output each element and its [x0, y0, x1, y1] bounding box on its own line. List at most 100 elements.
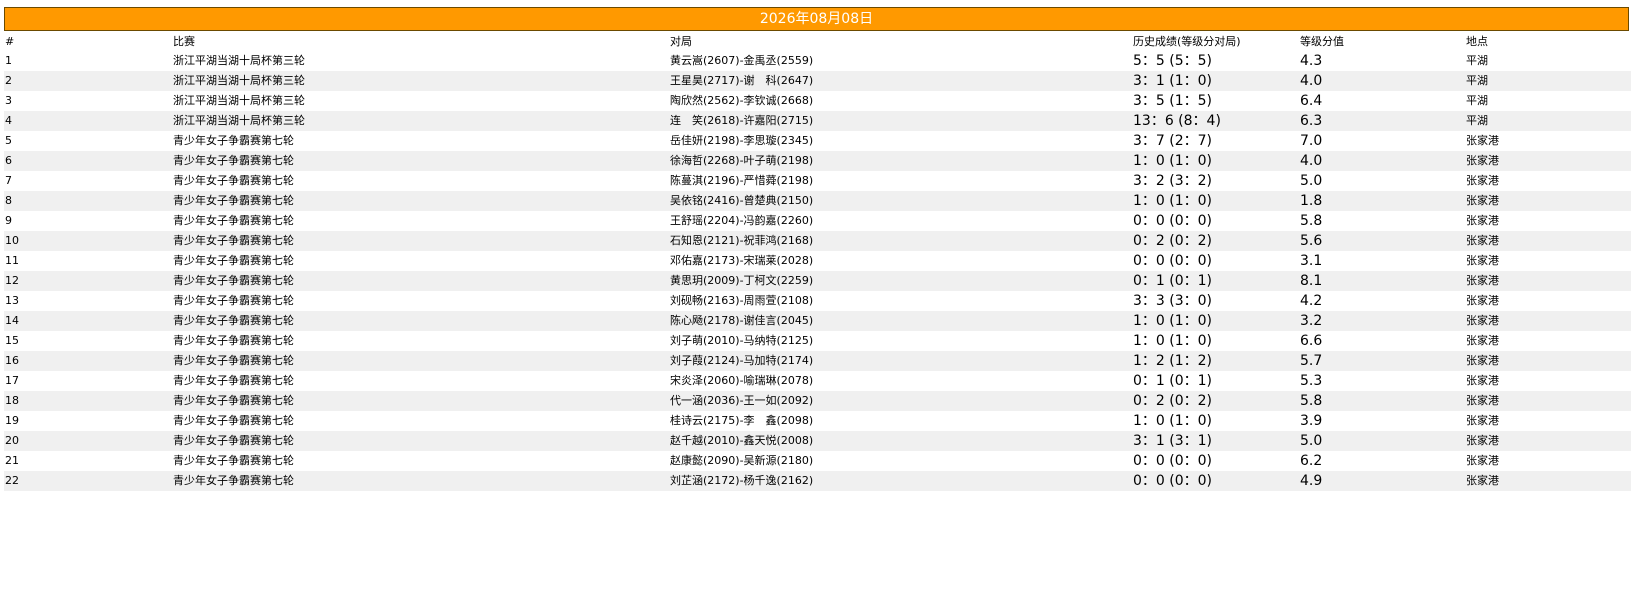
cell-location: 张家港 [1466, 134, 1499, 147]
cell-number: 10 [5, 234, 19, 247]
table-row: 10 青少年女子争霸赛第七轮 石知恩(2121)-祝菲鸿(2168) 0：2 (0：2… [4, 231, 1631, 251]
table-row: 11 青少年女子争霸赛第七轮 邓佑嘉(2173)-宋瑞莱(2028) 0：0 (0：0… [4, 251, 1631, 271]
cell-event: 浙江平湖当湖十局杯第三轮 [173, 114, 305, 127]
cell-number: 2 [5, 74, 12, 87]
cell-history-score: 0：2 (0：2) [1133, 393, 1213, 409]
cell-match: 邓佑嘉(2173)-宋瑞莱(2028) [670, 254, 814, 267]
cell-match: 代一涵(2036)-王一如(2092) [670, 394, 814, 407]
cell-rating-value: 4.3 [1300, 53, 1323, 69]
date-title: 2026年08月08日 [759, 11, 874, 27]
cell-event: 青少年女子争霸赛第七轮 [173, 194, 294, 207]
cell-event: 青少年女子争霸赛第七轮 [173, 334, 294, 347]
column-header-match: 对局 [670, 35, 692, 48]
cell-event: 青少年女子争霸赛第七轮 [173, 174, 294, 187]
cell-history-score: 3：3 (3：0) [1133, 293, 1213, 309]
cell-history-score: 0：1 (0：1) [1133, 273, 1213, 289]
cell-history-score: 1：0 (1：0) [1133, 333, 1213, 349]
table-row: 21 青少年女子争霸赛第七轮 赵康懿(2090)-吴新源(2180) 0：0 (0：0… [4, 451, 1631, 471]
cell-rating-value: 6.6 [1300, 333, 1323, 349]
cell-match: 宋炎泽(2060)-喻瑞琳(2078) [670, 374, 814, 387]
cell-history-score: 13：6 (8：4) [1133, 113, 1221, 129]
cell-history-score: 1：2 (1：2) [1133, 353, 1213, 369]
cell-match: 刘芷涵(2172)-杨千逸(2162) [670, 474, 814, 487]
cell-location: 张家港 [1466, 434, 1499, 447]
cell-rating-value: 5.3 [1300, 373, 1323, 389]
table-row: 22 青少年女子争霸赛第七轮 刘芷涵(2172)-杨千逸(2162) 0：0 (0：0… [4, 471, 1631, 491]
cell-match: 黄云嵩(2607)-金禹丞(2559) [670, 54, 814, 67]
cell-rating-value: 4.9 [1300, 473, 1323, 489]
cell-match: 黄思玥(2009)-丁柯文(2259) [670, 274, 814, 287]
cell-location: 张家港 [1466, 274, 1499, 287]
cell-number: 20 [5, 434, 19, 447]
cell-rating-value: 5.6 [1300, 233, 1323, 249]
table-row: 19 青少年女子争霸赛第七轮 桂诗云(2175)-李 鑫(2098) 1：0 (1：0… [4, 411, 1631, 431]
cell-location: 张家港 [1466, 334, 1499, 347]
cell-location: 张家港 [1466, 174, 1499, 187]
cell-number: 5 [5, 134, 12, 147]
cell-match: 陈蔓淇(2196)-严惜蕣(2198) [670, 174, 814, 187]
column-header-event: 比赛 [173, 35, 195, 48]
cell-history-score: 1：0 (1：0) [1133, 413, 1213, 429]
cell-match: 岳佳妍(2198)-李思璇(2345) [670, 134, 814, 147]
cell-event: 浙江平湖当湖十局杯第三轮 [173, 54, 305, 67]
cell-match: 刘砚畅(2163)-周雨萱(2108) [670, 294, 814, 307]
cell-history-score: 0：0 (0：0) [1133, 473, 1213, 489]
cell-location: 平湖 [1466, 94, 1488, 107]
cell-match: 桂诗云(2175)-李 鑫(2098) [670, 414, 814, 427]
cell-number: 22 [5, 474, 19, 487]
cell-event: 青少年女子争霸赛第七轮 [173, 354, 294, 367]
cell-event: 青少年女子争霸赛第七轮 [173, 254, 294, 267]
cell-location: 张家港 [1466, 194, 1499, 207]
cell-history-score: 0：0 (0：0) [1133, 253, 1213, 269]
cell-match: 石知恩(2121)-祝菲鸿(2168) [670, 234, 814, 247]
table-row: 17 青少年女子争霸赛第七轮 宋炎泽(2060)-喻瑞琳(2078) 0：1 (0：1… [4, 371, 1631, 391]
cell-match: 连 笑(2618)-许嘉阳(2715) [670, 114, 814, 127]
cell-rating-value: 5.0 [1300, 173, 1323, 189]
table-row: 12 青少年女子争霸赛第七轮 黄思玥(2009)-丁柯文(2259) 0：1 (0：1… [4, 271, 1631, 291]
cell-number: 19 [5, 414, 19, 427]
cell-number: 11 [5, 254, 19, 267]
cell-history-score: 3：5 (1：5) [1133, 93, 1213, 109]
cell-rating-value: 4.0 [1300, 153, 1323, 169]
cell-history-score: 0：1 (0：1) [1133, 373, 1213, 389]
cell-rating-value: 5.8 [1300, 393, 1323, 409]
column-header-rating-value: 等级分值 [1300, 35, 1344, 48]
cell-rating-value: 3.1 [1300, 253, 1323, 269]
cell-history-score: 0：2 (0：2) [1133, 233, 1213, 249]
cell-history-score: 1：0 (1：0) [1133, 193, 1213, 209]
table-row: 1 浙江平湖当湖十局杯第三轮 黄云嵩(2607)-金禹丞(2559) 5：5 (5：5… [4, 51, 1631, 71]
table-row: 7 青少年女子争霸赛第七轮 陈蔓淇(2196)-严惜蕣(2198) 3：2 (3：2)… [4, 171, 1631, 191]
cell-match: 刘子萌(2010)-马纳特(2125) [670, 334, 814, 347]
cell-rating-value: 8.1 [1300, 273, 1323, 289]
table-row: 6 青少年女子争霸赛第七轮 徐海哲(2268)-叶子萌(2198) 1：0 (1：0)… [4, 151, 1631, 171]
cell-match: 赵康懿(2090)-吴新源(2180) [670, 454, 814, 467]
schedule-table: # 比赛 对局 历史成绩(等级分对局) 等级分值 地点 1 浙江平湖当湖十局杯第三… [4, 33, 1631, 491]
cell-match: 王星昊(2717)-谢 科(2647) [670, 74, 814, 87]
cell-number: 17 [5, 374, 19, 387]
cell-event: 浙江平湖当湖十局杯第三轮 [173, 94, 305, 107]
cell-number: 6 [5, 154, 12, 167]
cell-rating-value: 5.0 [1300, 433, 1323, 449]
cell-event: 青少年女子争霸赛第七轮 [173, 294, 294, 307]
cell-match: 刘子葭(2124)-马加特(2174) [670, 354, 814, 367]
cell-location: 平湖 [1466, 74, 1488, 87]
cell-event: 青少年女子争霸赛第七轮 [173, 374, 294, 387]
cell-rating-value: 1.8 [1300, 193, 1323, 209]
cell-location: 张家港 [1466, 254, 1499, 267]
cell-event: 青少年女子争霸赛第七轮 [173, 454, 294, 467]
table-row: 3 浙江平湖当湖十局杯第三轮 陶欣然(2562)-李钦诚(2668) 3：5 (1：5… [4, 91, 1631, 111]
cell-history-score: 3：1 (3：1) [1133, 433, 1213, 449]
cell-event: 青少年女子争霸赛第七轮 [173, 214, 294, 227]
cell-event: 青少年女子争霸赛第七轮 [173, 434, 294, 447]
table-row: 20 青少年女子争霸赛第七轮 赵千越(2010)-鑫天悦(2008) 3：1 (3：1… [4, 431, 1631, 451]
table-row: 8 青少年女子争霸赛第七轮 吴依铭(2416)-曾楚典(2150) 1：0 (1：0)… [4, 191, 1631, 211]
table-row: 18 青少年女子争霸赛第七轮 代一涵(2036)-王一如(2092) 0：2 (0：2… [4, 391, 1631, 411]
cell-number: 21 [5, 454, 19, 467]
cell-location: 平湖 [1466, 54, 1488, 67]
cell-number: 18 [5, 394, 19, 407]
cell-number: 7 [5, 174, 12, 187]
table-row: 9 青少年女子争霸赛第七轮 王舒瑶(2204)-冯韵嘉(2260) 0：0 (0：0)… [4, 211, 1631, 231]
cell-match: 陈心飏(2178)-谢佳言(2045) [670, 314, 814, 327]
cell-number: 1 [5, 54, 12, 67]
cell-location: 张家港 [1466, 394, 1499, 407]
